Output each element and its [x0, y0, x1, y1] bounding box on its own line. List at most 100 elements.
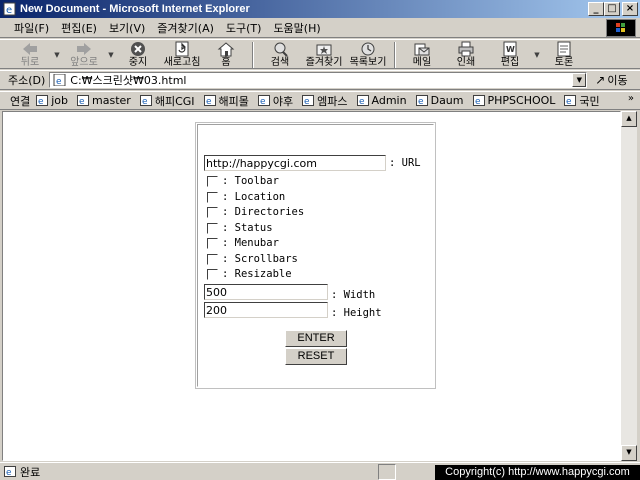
ie-page-icon: e — [257, 95, 270, 106]
menu-help[interactable]: 도움말(H) — [267, 20, 326, 36]
ie-page-icon: e — [203, 95, 216, 106]
menu-bar: 파일(F) 편집(E) 보기(V) 즐겨찾기(A) 도구(T) 도움말(H) — [0, 18, 640, 38]
page-content: http://happycgi.com : URL : Toolbar : Lo… — [2, 111, 621, 461]
toolbar-separator — [252, 42, 254, 68]
links-bar: 연결 e job e master e 해피CGI e 해피몰 e 야후 e 엠… — [0, 91, 640, 110]
mail-button[interactable]: 메일 — [400, 40, 444, 70]
svg-text:e: e — [475, 97, 481, 106]
print-button[interactable]: 인쇄 — [444, 40, 488, 70]
svg-text:e: e — [418, 97, 424, 106]
address-dropdown-icon[interactable]: ▼ — [572, 73, 587, 87]
svg-text:e: e — [6, 5, 12, 16]
svg-text:e: e — [6, 468, 12, 477]
address-input[interactable]: e C:₩스크린샷₩03.html ▼ — [49, 72, 588, 88]
go-button[interactable]: ↗ 이동 — [595, 72, 627, 88]
scroll-up-icon[interactable]: ▲ — [621, 111, 637, 127]
stop-button[interactable]: 중지 — [116, 40, 160, 70]
go-label: 이동 — [607, 74, 628, 87]
links-more-chevron-icon[interactable]: » — [628, 93, 634, 104]
forward-dropdown-icon[interactable]: ▼ — [106, 40, 116, 70]
resizable-checkbox[interactable] — [207, 268, 218, 280]
ie-page-icon: e — [3, 2, 16, 16]
ie-page-icon: e — [302, 95, 315, 106]
link-empas[interactable]: e 엠파스 — [302, 93, 348, 109]
status-checkbox[interactable] — [207, 222, 218, 234]
windows-logo-icon — [606, 19, 636, 37]
scroll-down-icon[interactable]: ▼ — [621, 445, 637, 461]
menu-file[interactable]: 파일(F) — [8, 20, 55, 36]
directories-checkbox[interactable] — [207, 206, 218, 218]
option-menubar-row: : Menubar — [207, 237, 279, 249]
menubar-checkbox[interactable] — [207, 237, 218, 249]
ie-page-icon: e — [36, 95, 49, 106]
back-arrow-icon — [23, 43, 37, 55]
edit-dropdown-icon[interactable]: ▼ — [532, 40, 542, 70]
link-kookmin[interactable]: e 국민 — [564, 93, 600, 109]
link-master[interactable]: e master — [77, 94, 131, 107]
option-directories-row: : Directories — [207, 206, 304, 218]
search-button[interactable]: 검색 — [258, 40, 302, 70]
vertical-scrollbar[interactable]: ▲ ▼ — [621, 111, 637, 461]
link-daum[interactable]: e Daum — [415, 94, 464, 107]
link-phpschool[interactable]: e PHPSCHOOL — [472, 94, 555, 107]
width-row: 500 : Width — [204, 283, 375, 301]
ie-page-icon: e — [139, 95, 152, 106]
url-input[interactable]: http://happycgi.com — [204, 155, 386, 171]
close-button[interactable]: × — [622, 2, 638, 16]
ie-page-icon: e — [4, 466, 16, 477]
forward-button[interactable]: 앞으로 — [62, 40, 106, 70]
minimize-button[interactable]: _ — [588, 2, 604, 16]
history-button[interactable]: 목록보기 — [346, 40, 390, 70]
window-title: New Document - Microsoft Internet Explor… — [20, 3, 250, 15]
forward-arrow-icon — [77, 43, 91, 55]
menu-edit[interactable]: 편집(E) — [55, 20, 103, 36]
menu-favorites[interactable]: 즐겨찾기(A) — [151, 20, 220, 36]
home-button[interactable]: 홈 — [204, 40, 248, 70]
svg-text:e: e — [38, 97, 44, 106]
ie-page-icon: e — [356, 95, 369, 106]
svg-text:e: e — [142, 97, 148, 106]
svg-text:e: e — [359, 97, 365, 106]
width-input[interactable]: 500 — [204, 284, 328, 300]
back-button[interactable]: 뒤로 — [8, 40, 52, 70]
scrollbars-checkbox[interactable] — [207, 253, 218, 265]
favorites-button[interactable]: 즐겨찾기 — [302, 40, 346, 70]
menu-tools[interactable]: 도구(T) — [220, 20, 268, 36]
location-checkbox[interactable] — [207, 191, 218, 203]
menu-view[interactable]: 보기(V) — [103, 20, 151, 36]
reset-button[interactable]: RESET — [285, 348, 347, 365]
status-text: 완료 — [20, 465, 41, 479]
svg-text:W: W — [506, 45, 515, 54]
svg-text:e: e — [566, 97, 572, 106]
svg-text:e: e — [79, 97, 85, 106]
link-happycgi[interactable]: e 해피CGI — [139, 93, 195, 109]
edit-button[interactable]: W 편집 — [488, 40, 532, 70]
go-arrow-icon: ↗ — [595, 73, 606, 87]
link-admin[interactable]: e Admin — [356, 94, 407, 107]
toolbar-checkbox[interactable] — [207, 175, 218, 187]
ie-page-icon: e — [564, 95, 577, 106]
refresh-button[interactable]: 새로고침 — [160, 40, 204, 70]
discuss-icon — [557, 41, 571, 57]
ie-page-icon: e — [53, 74, 66, 86]
title-bar[interactable]: e New Document - Microsoft Internet Expl… — [0, 0, 640, 18]
popup-options-form: http://happycgi.com : URL : Toolbar : Lo… — [195, 122, 436, 389]
enter-button[interactable]: ENTER — [285, 330, 347, 347]
back-dropdown-icon[interactable]: ▼ — [52, 40, 62, 70]
refresh-icon — [175, 41, 189, 57]
history-icon — [361, 42, 375, 56]
maximize-button[interactable]: □ — [604, 2, 620, 16]
svg-text:e: e — [260, 97, 266, 106]
favorites-folder-icon — [316, 44, 332, 56]
status-cell — [378, 464, 396, 480]
word-document-icon: W — [503, 41, 517, 57]
link-yahoo[interactable]: e 야후 — [257, 93, 293, 109]
link-job[interactable]: e job — [36, 94, 68, 107]
height-input[interactable]: 200 — [204, 302, 328, 318]
links-label: 연결 — [10, 94, 31, 108]
copyright-banner: Copyright(c) http://www.happycgi.com — [435, 465, 640, 480]
option-status-row: : Status — [207, 222, 273, 234]
toolbar-separator — [394, 42, 396, 68]
discuss-button[interactable]: 토론 — [542, 40, 586, 70]
link-happymall[interactable]: e 해피몰 — [203, 93, 249, 109]
